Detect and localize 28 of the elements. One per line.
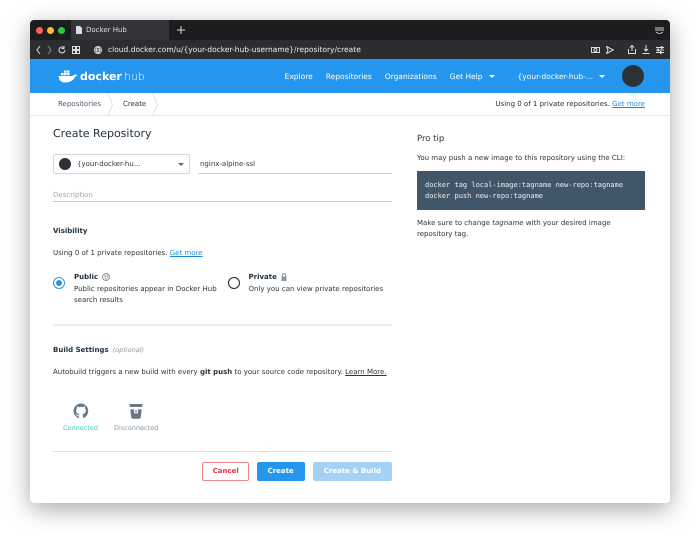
avatar[interactable] xyxy=(622,65,644,87)
caret-icon[interactable] xyxy=(488,74,495,78)
logo-text: docker xyxy=(80,70,122,82)
radio-button[interactable] xyxy=(228,277,240,289)
whale-icon xyxy=(58,70,78,82)
sliders-icon[interactable] xyxy=(656,46,664,54)
download-icon[interactable] xyxy=(642,45,650,54)
document-icon xyxy=(76,26,82,34)
radio-button[interactable] xyxy=(53,277,65,289)
camera-icon[interactable] xyxy=(591,46,600,53)
caret-icon[interactable] xyxy=(599,74,605,78)
logo-text: hub xyxy=(124,70,145,82)
send-icon[interactable] xyxy=(606,46,614,54)
reload-icon[interactable] xyxy=(58,46,66,54)
menu-icon[interactable] xyxy=(655,26,664,34)
plus-icon[interactable] xyxy=(177,26,185,34)
caret-icon xyxy=(178,162,184,166)
globe-icon xyxy=(102,273,110,281)
page-title: Create Repository xyxy=(53,127,153,140)
tip-title: Pro tip xyxy=(417,134,446,144)
forward-icon[interactable] xyxy=(47,46,52,54)
bucket-icon[interactable] xyxy=(129,402,144,419)
globe-icon xyxy=(94,46,102,54)
back-icon[interactable] xyxy=(36,46,41,54)
github-icon[interactable] xyxy=(72,402,88,419)
lock-icon xyxy=(280,273,287,281)
grid-icon[interactable] xyxy=(72,46,80,54)
share-icon[interactable] xyxy=(628,45,636,54)
